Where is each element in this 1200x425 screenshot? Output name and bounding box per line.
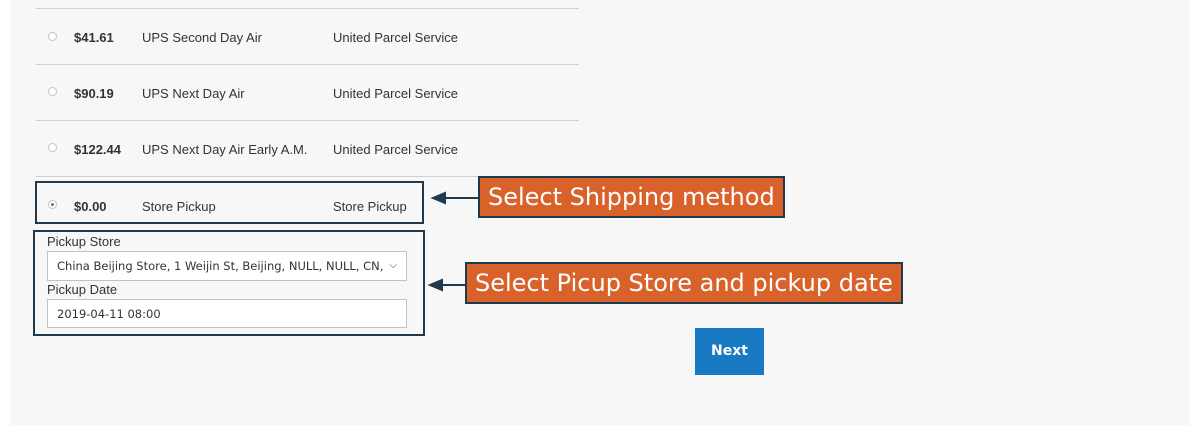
annotation-shipping-callout: Select Shipping method [478,176,785,218]
annotation-store-callout: Select Picup Store and pickup date [465,262,903,304]
arrow-icon [427,278,466,292]
next-button[interactable]: Next [695,328,764,375]
arrow-icon [430,191,479,205]
